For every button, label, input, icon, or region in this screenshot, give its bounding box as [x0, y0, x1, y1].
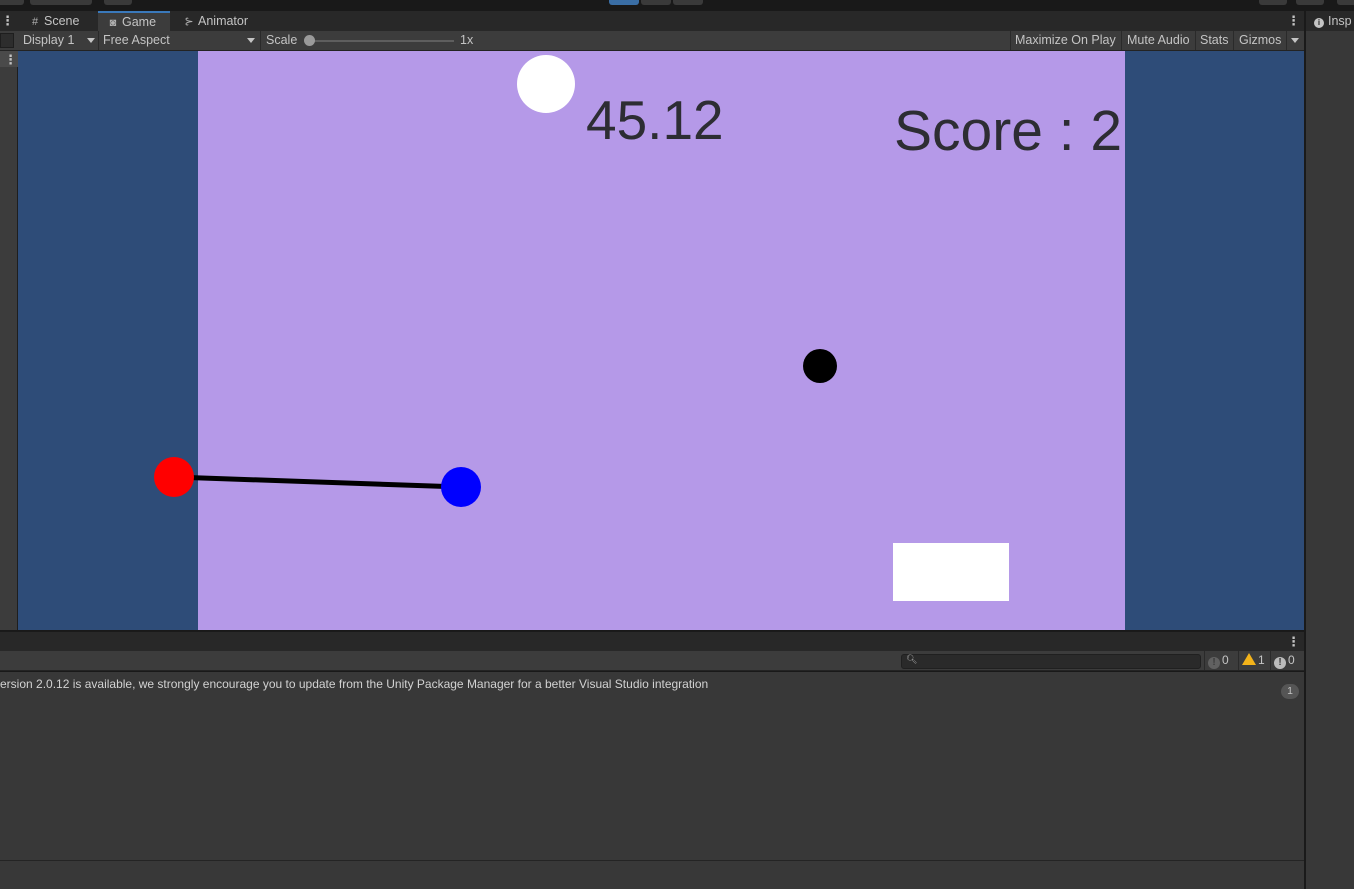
toolbar-chip[interactable]: [30, 0, 92, 5]
inspector-panel: i Insp: [1305, 11, 1354, 889]
gizmos-dropdown-icon[interactable]: [1291, 38, 1299, 43]
tab-animator[interactable]: ⊱ Animator: [174, 11, 254, 31]
play-button[interactable]: [609, 0, 639, 5]
scale-slider-track[interactable]: [308, 40, 454, 42]
timer-text: 45.12: [586, 89, 724, 151]
grid-icon: #: [31, 16, 39, 28]
aspect-dropdown[interactable]: Free Aspect: [103, 31, 261, 50]
stats-toggle[interactable]: Stats: [1200, 31, 1229, 50]
toolbar-chip[interactable]: [1259, 0, 1287, 5]
left-panel-strip: [0, 51, 18, 630]
aspect-label: Free Aspect: [103, 33, 170, 47]
display-dropdown[interactable]: Display 1: [23, 31, 99, 50]
error-icon: !: [1274, 657, 1286, 669]
main-toolbar: [0, 0, 1354, 7]
tab-animator-label: Animator: [198, 14, 249, 28]
toolbar-divider: [1121, 31, 1122, 50]
tab-inspector[interactable]: i Insp: [1306, 11, 1354, 31]
black-ball: [803, 349, 837, 383]
tab-game-label: Game: [122, 15, 157, 29]
maximize-on-play-toggle[interactable]: Maximize On Play: [1015, 31, 1116, 50]
toolbar-chip[interactable]: [1337, 0, 1354, 5]
inspector-tab-label: Insp: [1328, 14, 1352, 28]
console-header: ⋮: [0, 631, 1304, 651]
chevron-down-icon: [247, 38, 255, 43]
warning-icon: !: [1242, 653, 1258, 665]
search-icon: 🔍︎: [906, 654, 918, 664]
toolbar-divider: [1238, 651, 1239, 670]
chevron-down-icon: [87, 38, 95, 43]
warning-filter-toggle[interactable]: ! 1: [1242, 651, 1265, 670]
game-view-menu-icon[interactable]: ⋮: [1287, 14, 1300, 27]
view-tab-bar: ⋮ # Scene ◙ Game ⊱ Animator ⋮: [0, 11, 1304, 31]
white-ball: [517, 55, 575, 113]
red-ball: [154, 457, 194, 497]
console-menu-icon[interactable]: ⋮: [1287, 635, 1300, 648]
toolbar-divider: [1270, 651, 1271, 670]
toolbar-divider: [98, 31, 99, 50]
display-label: Display 1: [23, 33, 75, 47]
scale-label: Scale: [266, 33, 298, 47]
toolbar-chip[interactable]: [0, 0, 24, 5]
left-panel-menu-icon[interactable]: ⋮: [1, 14, 14, 27]
strip-menu-icon[interactable]: ⋮: [4, 53, 17, 66]
tab-scene[interactable]: # Scene: [20, 11, 85, 31]
tab-game[interactable]: ◙ Game: [98, 11, 170, 31]
toolbar-divider: [1204, 651, 1205, 670]
rope-segment: [173, 474, 462, 490]
blue-ball: [441, 467, 481, 507]
scale-value: 1x: [460, 33, 474, 47]
error-filter-toggle[interactable]: ! 0: [1274, 651, 1295, 670]
info-count: 0: [1222, 653, 1229, 667]
game-view[interactable]: 45.12 Score : 2: [18, 51, 1304, 630]
toolbar-divider: [1286, 31, 1287, 50]
game-view-toolbar: Display 1 Free Aspect Scale 1x Maximize …: [0, 31, 1304, 51]
animator-icon: ⊱: [184, 16, 194, 28]
error-count: 0: [1288, 653, 1295, 667]
info-filter-toggle[interactable]: ! 0: [1208, 651, 1229, 670]
mute-audio-toggle[interactable]: Mute Audio: [1127, 31, 1190, 50]
scale-slider-handle[interactable]: [304, 35, 315, 46]
toolbar-divider: [260, 31, 261, 50]
gizmos-toggle[interactable]: Gizmos: [1239, 31, 1281, 50]
console-search-input[interactable]: 🔍︎: [901, 654, 1201, 669]
toolbar-divider: [1010, 31, 1011, 50]
step-button[interactable]: [673, 0, 703, 5]
pause-button[interactable]: [641, 0, 671, 5]
left-panel-strip-header: ⋮: [0, 51, 18, 67]
toolbar-chip[interactable]: [1296, 0, 1324, 5]
score-text: Score : 2: [894, 99, 1123, 163]
log-entry-message[interactable]: ersion 2.0.12 is available, we strongly …: [0, 677, 708, 691]
toolbar-divider: [1233, 31, 1234, 50]
white-platform: [893, 543, 1009, 601]
tab-scene-label: Scene: [44, 14, 80, 28]
game-mode-dropdown[interactable]: [0, 33, 14, 48]
toolbar-divider: [1195, 31, 1196, 50]
gamepad-icon: ◙: [109, 17, 117, 29]
info-circle-icon: i: [1314, 18, 1324, 28]
console-detail-pane[interactable]: [0, 860, 1304, 889]
console-log-list[interactable]: ersion 2.0.12 is available, we strongly …: [0, 672, 1304, 860]
warning-count: 1: [1258, 653, 1265, 667]
log-entry-count-badge: 1: [1281, 684, 1299, 699]
info-icon: !: [1208, 657, 1220, 669]
console-toolbar: 🔍︎ ! 0 ! 1 ! 0: [0, 651, 1304, 671]
toolbar-chip[interactable]: [104, 0, 132, 5]
